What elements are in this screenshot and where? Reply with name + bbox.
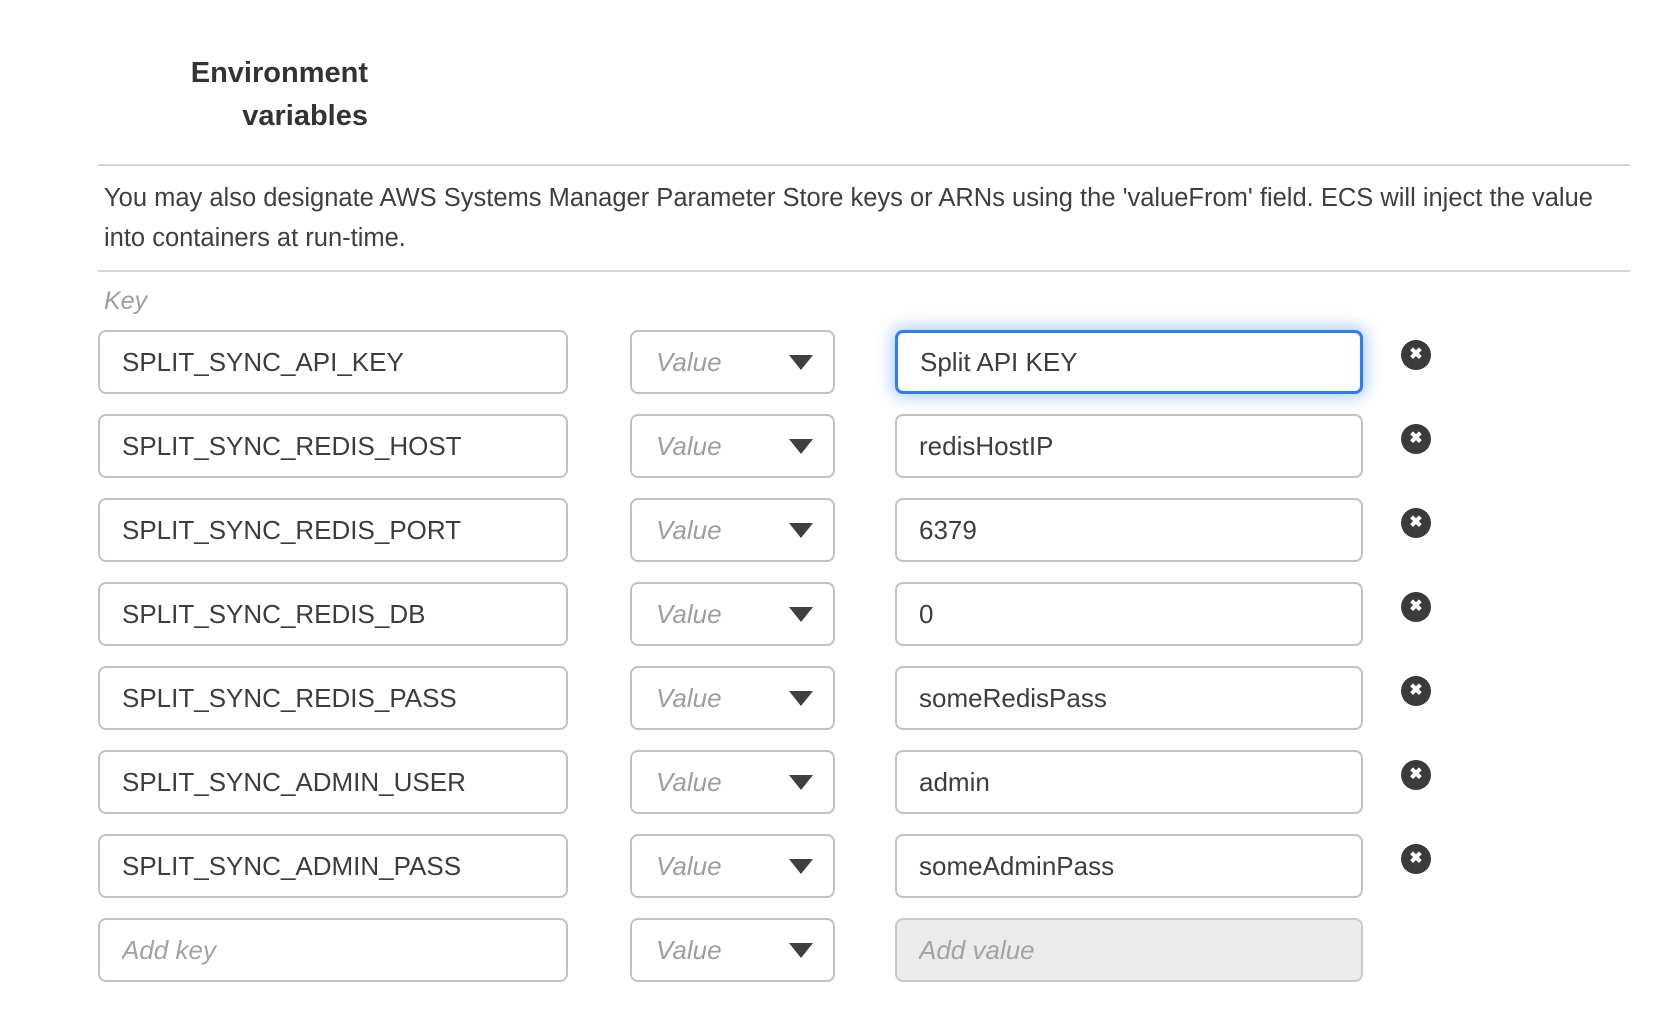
env-key-input[interactable] [98,750,568,814]
env-variable-row: Value ✖ [98,330,1630,394]
close-icon: ✖ [1409,347,1422,363]
chevron-down-icon [789,775,813,790]
remove-variable-button[interactable]: ✖ [1401,760,1431,790]
env-variable-row: Value ✖ [98,498,1630,562]
env-type-dropdown[interactable]: Value [630,918,835,982]
env-type-selected-value: Value [656,851,722,882]
remove-variable-button[interactable]: ✖ [1401,340,1431,370]
remove-variable-button[interactable]: ✖ [1401,592,1431,622]
env-key-input[interactable] [98,582,568,646]
env-type-dropdown[interactable]: Value [630,582,835,646]
env-type-dropdown[interactable]: Value [630,666,835,730]
env-variable-row: Value ✖ [98,582,1630,646]
env-variable-row: Value ✖ [98,750,1630,814]
chevron-down-icon [789,355,813,370]
env-key-input[interactable] [98,330,568,394]
env-type-dropdown[interactable]: Value [630,834,835,898]
env-value-input[interactable] [895,582,1363,646]
env-type-dropdown[interactable]: Value [630,414,835,478]
environment-variables-label: Environment variables [98,52,368,138]
chevron-down-icon [789,523,813,538]
env-variable-row: Value ✖ [98,414,1630,478]
close-icon: ✖ [1409,431,1422,447]
key-column-label: Key [104,287,1630,316]
env-type-dropdown[interactable]: Value [630,330,835,394]
env-type-dropdown[interactable]: Value [630,750,835,814]
valuefrom-help-text: You may also designate AWS Systems Manag… [104,178,1630,258]
top-divider [98,164,1630,166]
close-icon: ✖ [1409,851,1422,867]
remove-variable-button[interactable]: ✖ [1401,844,1431,874]
env-rows: Value ✖ Value ✖ Value ✖ Value [98,330,1630,982]
chevron-down-icon [789,859,813,874]
remove-variable-button[interactable]: ✖ [1401,508,1431,538]
environment-variables-label-line1: Environment [98,52,368,95]
env-type-selected-value: Value [656,599,722,630]
env-type-selected-value: Value [656,515,722,546]
env-value-input[interactable] [895,834,1363,898]
env-key-input[interactable] [98,918,568,982]
env-value-input[interactable] [895,750,1363,814]
environment-variables-label-line2: variables [98,95,368,138]
remove-variable-button[interactable]: ✖ [1401,424,1431,454]
close-icon: ✖ [1409,599,1422,615]
env-value-input[interactable] [895,498,1363,562]
env-variable-row: Value ✖ [98,918,1630,982]
env-key-input[interactable] [98,666,568,730]
env-value-input[interactable] [895,666,1363,730]
env-key-input[interactable] [98,414,568,478]
env-variable-row: Value ✖ [98,666,1630,730]
chevron-down-icon [789,691,813,706]
env-type-selected-value: Value [656,767,722,798]
remove-variable-button[interactable]: ✖ [1401,676,1431,706]
env-key-input[interactable] [98,498,568,562]
chevron-down-icon [789,607,813,622]
env-key-input[interactable] [98,834,568,898]
close-icon: ✖ [1409,683,1422,699]
env-type-selected-value: Value [656,347,722,378]
env-value-input[interactable] [895,918,1363,982]
env-type-dropdown[interactable]: Value [630,498,835,562]
chevron-down-icon [789,943,813,958]
env-value-input[interactable] [895,414,1363,478]
env-type-selected-value: Value [656,431,722,462]
close-icon: ✖ [1409,767,1422,783]
env-type-selected-value: Value [656,683,722,714]
environment-variables-editor: You may also designate AWS Systems Manag… [98,164,1630,982]
section-divider [98,270,1630,272]
env-type-selected-value: Value [656,935,722,966]
close-icon: ✖ [1409,515,1422,531]
env-value-input[interactable] [895,330,1363,394]
env-variable-row: Value ✖ [98,834,1630,898]
chevron-down-icon [789,439,813,454]
